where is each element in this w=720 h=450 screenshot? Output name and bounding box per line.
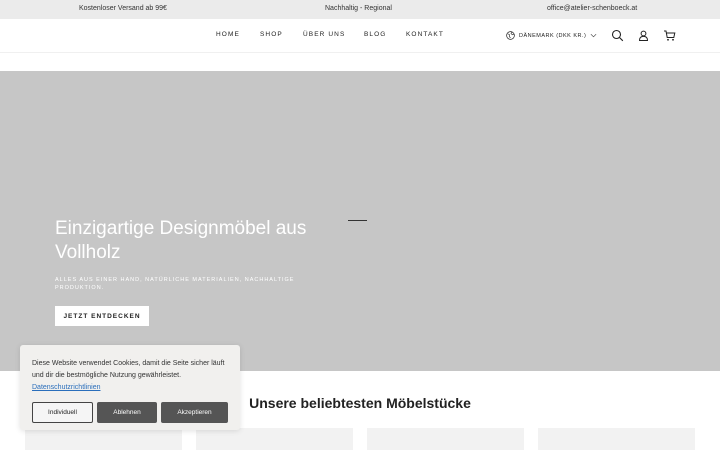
- product-card[interactable]: [196, 428, 353, 450]
- hero-cta-button[interactable]: JETZT ENTDECKEN: [55, 306, 149, 326]
- chevron-down-icon: [590, 33, 597, 38]
- cookie-banner: Diese Website verwendet Cookies, damit d…: [20, 345, 240, 430]
- nav-blog[interactable]: BLOG: [364, 31, 386, 38]
- hero-title: Einzigartige Designmöbel aus Vollholz: [55, 218, 307, 263]
- nav-shop[interactable]: SHOP: [260, 31, 283, 38]
- cookie-text: Diese Website verwendet Cookies, damit d…: [32, 358, 232, 394]
- products-title-text: Unsere beliebtesten Möbelstücke: [249, 395, 471, 411]
- shipping-notice: Kostenloser Versand ab 99€: [79, 5, 167, 12]
- account-icon[interactable]: [637, 29, 650, 42]
- country-selector[interactable]: DÄNEMARK (DKK KR.): [506, 29, 597, 42]
- product-card[interactable]: [538, 428, 695, 450]
- cookie-decline-button[interactable]: Ablehnen: [97, 402, 157, 423]
- product-card[interactable]: [367, 428, 524, 450]
- contact-email[interactable]: office@atelier-schenboeck.at: [547, 5, 637, 12]
- hero-subtitle: ALLES AUS EINER HAND, NATÜRLICHE MATERIA…: [55, 277, 295, 291]
- nav-home[interactable]: HOME: [216, 31, 240, 38]
- cart-icon[interactable]: [663, 29, 676, 42]
- cookie-accept-button[interactable]: Akzeptieren: [161, 402, 228, 423]
- hero-banner: Einzigartige Designmöbel aus Vollholz AL…: [0, 71, 720, 371]
- product-card[interactable]: [25, 428, 182, 450]
- search-icon[interactable]: [611, 29, 624, 42]
- globe-icon: [506, 31, 515, 40]
- privacy-policy-link[interactable]: Datenschutzrichtlinien: [32, 384, 100, 391]
- tagline: Nachhaltig - Regional: [325, 5, 392, 12]
- country-label: DÄNEMARK (DKK KR.): [519, 32, 587, 39]
- site-header: HOME SHOP ÜBER UNS BLOG KONTAKT DÄNEMARK…: [0, 19, 720, 53]
- nav-contact[interactable]: KONTAKT: [406, 31, 444, 38]
- announcement-bar: Kostenloser Versand ab 99€ Nachhaltig - …: [0, 0, 720, 19]
- cookie-message: Diese Website verwendet Cookies, damit d…: [32, 360, 225, 379]
- cookie-individual-button[interactable]: Individuell: [32, 402, 93, 423]
- nav-about[interactable]: ÜBER UNS: [303, 31, 345, 38]
